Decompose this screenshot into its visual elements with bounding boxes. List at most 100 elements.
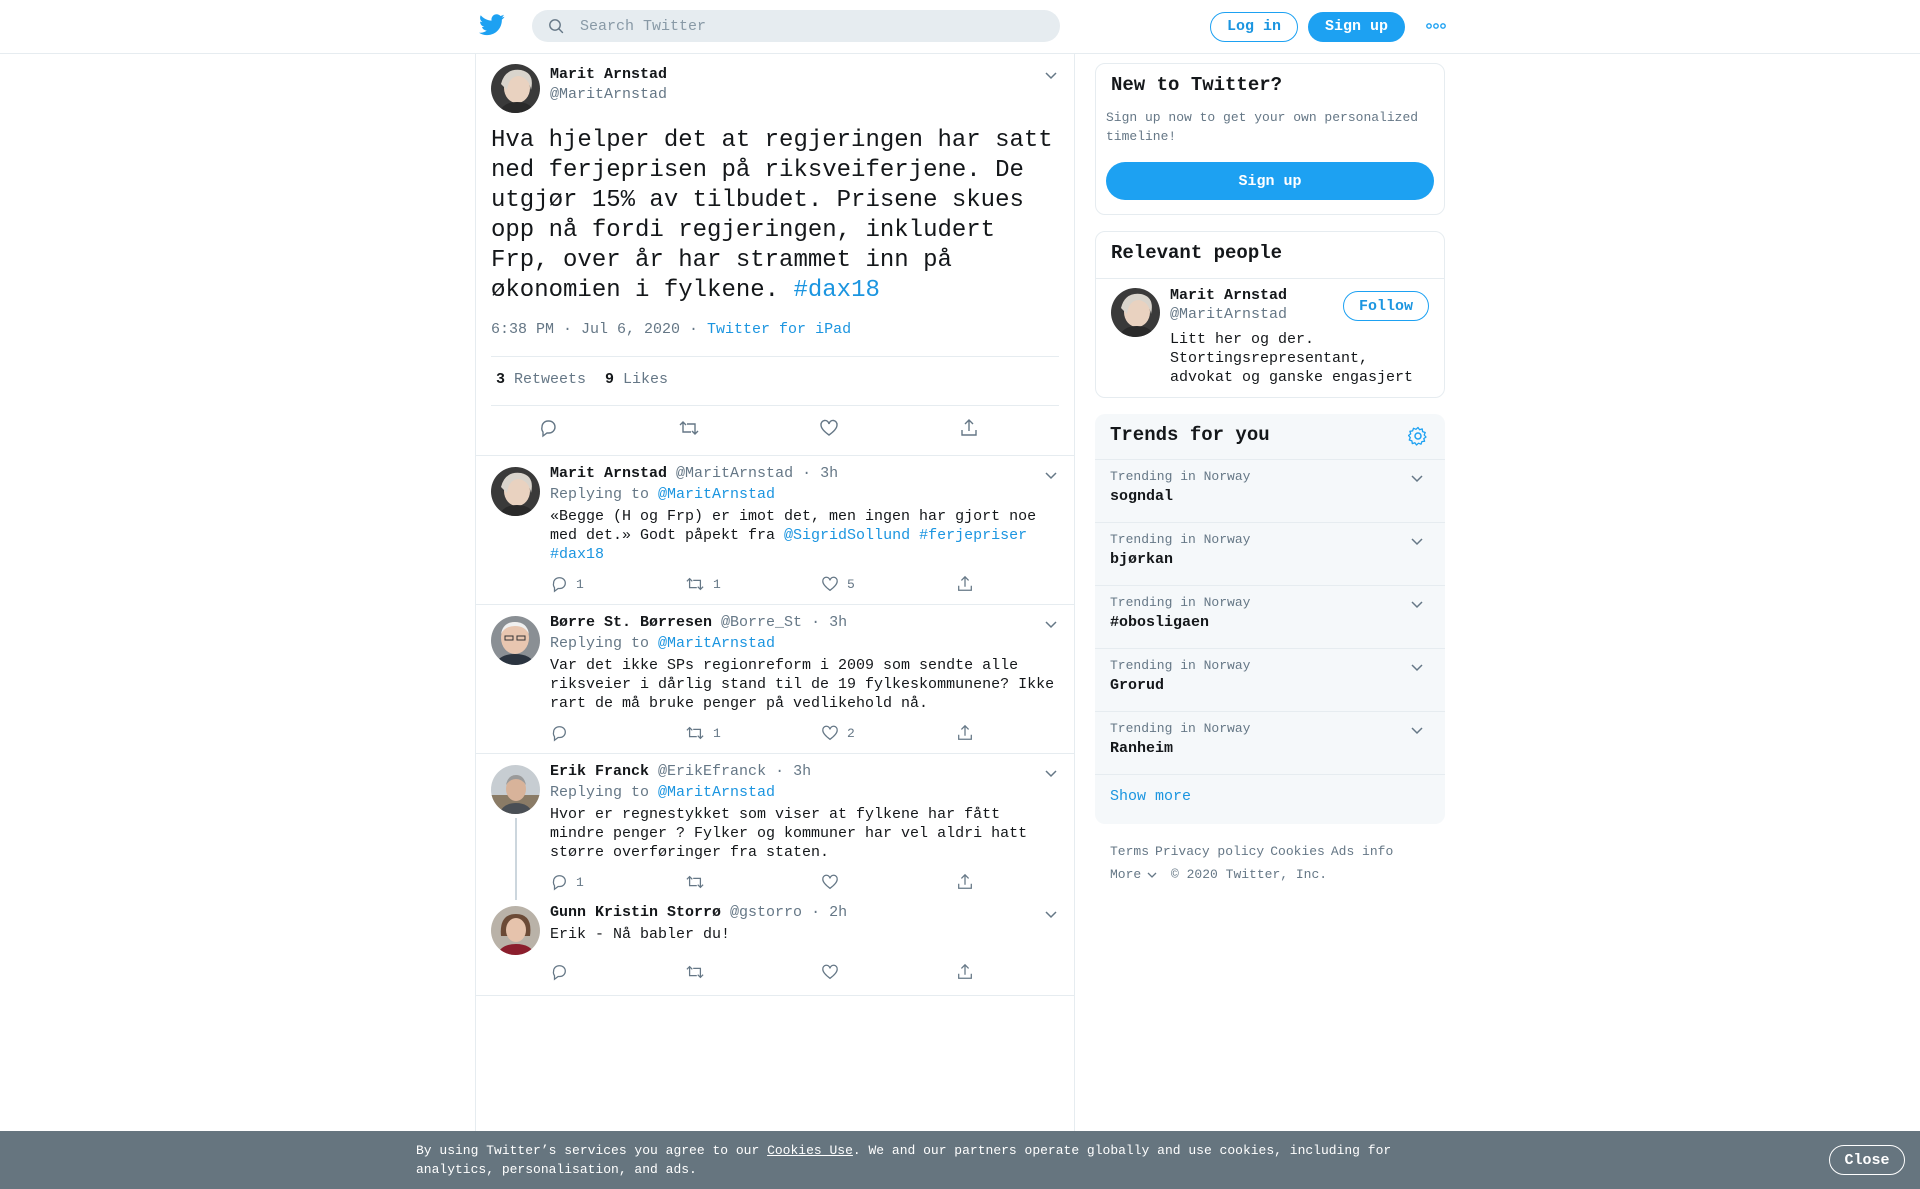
reply-tweet[interactable]: Marit Arnstad @MaritArnstad · 3h Replyin… xyxy=(476,456,1074,605)
author-handle[interactable]: @Borre_St xyxy=(721,614,802,631)
login-button[interactable]: Log in xyxy=(1210,12,1298,42)
trend-name[interactable]: bjørkan xyxy=(1110,551,1173,568)
share-button[interactable] xyxy=(956,724,974,742)
replying-to-link[interactable]: @MaritArnstad xyxy=(658,635,775,652)
follow-button[interactable]: Follow xyxy=(1343,291,1429,321)
gear-icon[interactable] xyxy=(1408,426,1428,446)
search-box[interactable] xyxy=(532,10,1060,42)
retweets-label: Retweets xyxy=(514,371,587,388)
avatar[interactable] xyxy=(491,616,540,665)
author-handle[interactable]: @gstorro xyxy=(730,904,802,921)
reply-time[interactable]: · 3h xyxy=(802,465,838,482)
author-name[interactable]: Gunn Kristin Storrø xyxy=(550,904,721,921)
show-more-link[interactable]: Show more xyxy=(1110,788,1191,805)
reply-button[interactable] xyxy=(538,418,558,438)
chevron-down-icon[interactable] xyxy=(1044,768,1058,778)
like-button[interactable] xyxy=(821,873,847,891)
reply-button[interactable] xyxy=(550,963,576,981)
reply-tweet[interactable]: Gunn Kristin Storrø @gstorro · 2h Erik -… xyxy=(476,902,1074,996)
reply-time[interactable]: · 3h xyxy=(811,614,847,631)
like-button[interactable]: 5 xyxy=(821,575,855,593)
author-name[interactable]: Marit Arnstad xyxy=(550,66,667,83)
chevron-down-icon[interactable] xyxy=(1044,619,1058,629)
more-options-icon[interactable] xyxy=(1426,21,1446,31)
trend-name[interactable]: Ranheim xyxy=(1110,740,1173,757)
person-name[interactable]: Marit Arnstad xyxy=(1170,287,1287,304)
retweet-icon xyxy=(686,965,704,979)
author-handle[interactable]: @ErikEfranck xyxy=(658,763,766,780)
reply-time[interactable]: · 3h xyxy=(775,763,811,780)
chevron-down-icon[interactable] xyxy=(1410,599,1424,609)
replying-prefix: Replying to xyxy=(550,486,659,503)
close-cookie-bar-button[interactable]: Close xyxy=(1829,1145,1905,1175)
likes-label: Likes xyxy=(623,371,669,388)
twitter-bird-logo-icon[interactable] xyxy=(479,14,505,36)
chevron-down-icon[interactable] xyxy=(1410,725,1424,735)
person-handle[interactable]: @MaritArnstad xyxy=(1170,306,1287,323)
tweet-source-link[interactable]: Twitter for iPad xyxy=(707,321,851,338)
cookies-use-link[interactable]: Cookies Use xyxy=(767,1143,853,1158)
like-button[interactable] xyxy=(821,963,847,981)
hashtag-link[interactable]: #dax18 xyxy=(550,546,604,563)
chevron-down-icon[interactable] xyxy=(1044,70,1058,80)
chevron-down-icon[interactable] xyxy=(1410,536,1424,546)
sidebar-signup-button[interactable]: Sign up xyxy=(1106,162,1434,200)
heart-icon xyxy=(822,964,838,980)
retweet-button[interactable] xyxy=(685,963,713,981)
author-handle[interactable]: @MaritArnstad xyxy=(676,465,793,482)
trend-item[interactable]: Trending in Norway Ranheim xyxy=(1095,711,1445,774)
mention-link[interactable]: @SigridSollund xyxy=(784,527,910,544)
trend-item[interactable]: Trending in Norway #obosligaen xyxy=(1095,585,1445,648)
chevron-down-icon[interactable] xyxy=(1044,470,1058,480)
chevron-down-icon[interactable] xyxy=(1044,909,1058,919)
retweet-button[interactable] xyxy=(678,418,700,438)
author-name[interactable]: Erik Franck xyxy=(550,763,649,780)
avatar[interactable] xyxy=(491,64,540,113)
replying-to-link[interactable]: @MaritArnstad xyxy=(658,784,775,801)
trend-item[interactable]: Trending in Norway sogndal xyxy=(1095,459,1445,522)
reply-button[interactable] xyxy=(550,724,576,742)
cookies-link[interactable]: Cookies xyxy=(1270,844,1325,859)
avatar[interactable] xyxy=(1111,288,1160,337)
like-button[interactable] xyxy=(819,418,839,438)
reply-button[interactable]: 1 xyxy=(550,873,584,891)
trend-name[interactable]: #obosligaen xyxy=(1110,614,1209,631)
chevron-down-icon[interactable] xyxy=(1410,662,1424,672)
terms-link[interactable]: Terms xyxy=(1110,844,1149,859)
author-handle[interactable]: @MaritArnstad xyxy=(550,86,667,103)
author-name[interactable]: Marit Arnstad xyxy=(550,465,667,482)
avatar[interactable] xyxy=(491,906,540,955)
trend-name[interactable]: Grorud xyxy=(1110,677,1164,694)
privacy-link[interactable]: Privacy policy xyxy=(1155,844,1264,859)
trend-item[interactable]: Trending in Norway bjørkan xyxy=(1095,522,1445,585)
reply-time[interactable]: · 2h xyxy=(811,904,847,921)
more-link[interactable]: More xyxy=(1110,867,1157,882)
avatar[interactable] xyxy=(491,467,540,516)
retweet-icon xyxy=(686,726,704,740)
trend-item[interactable]: Trending in Norway Grorud xyxy=(1095,648,1445,711)
retweet-button[interactable]: 1 xyxy=(685,724,721,742)
share-button[interactable] xyxy=(956,963,974,981)
signup-button[interactable]: Sign up xyxy=(1308,12,1405,42)
ads-info-link[interactable]: Ads info xyxy=(1331,844,1393,859)
avatar[interactable] xyxy=(491,765,540,814)
share-button[interactable] xyxy=(956,575,974,593)
like-button[interactable]: 2 xyxy=(821,724,855,742)
retweets-stat[interactable]: 3 Retweets xyxy=(496,371,586,388)
reply-tweet[interactable]: Erik Franck @ErikEfranck · 3h Replying t… xyxy=(476,754,1074,902)
trend-name[interactable]: sogndal xyxy=(1110,488,1173,505)
retweet-button[interactable] xyxy=(685,873,713,891)
chevron-down-icon[interactable] xyxy=(1410,473,1424,483)
hashtag-link[interactable]: #ferjepriser xyxy=(919,527,1027,544)
likes-stat[interactable]: 9 Likes xyxy=(605,371,668,388)
tweet-timestamp[interactable]: 6:38 PM · Jul 6, 2020 xyxy=(491,321,680,338)
share-button[interactable] xyxy=(959,418,979,438)
hashtag-link[interactable]: #dax18 xyxy=(793,277,879,304)
share-button[interactable] xyxy=(956,873,974,891)
replying-to-link[interactable]: @MaritArnstad xyxy=(658,486,775,503)
reply-button[interactable]: 1 xyxy=(550,575,584,593)
author-name[interactable]: Børre St. Børresen xyxy=(550,614,712,631)
reply-tweet[interactable]: Børre St. Børresen @Borre_St · 3h Replyi… xyxy=(476,605,1074,754)
retweet-button[interactable]: 1 xyxy=(685,575,721,593)
search-input[interactable] xyxy=(580,10,1040,42)
